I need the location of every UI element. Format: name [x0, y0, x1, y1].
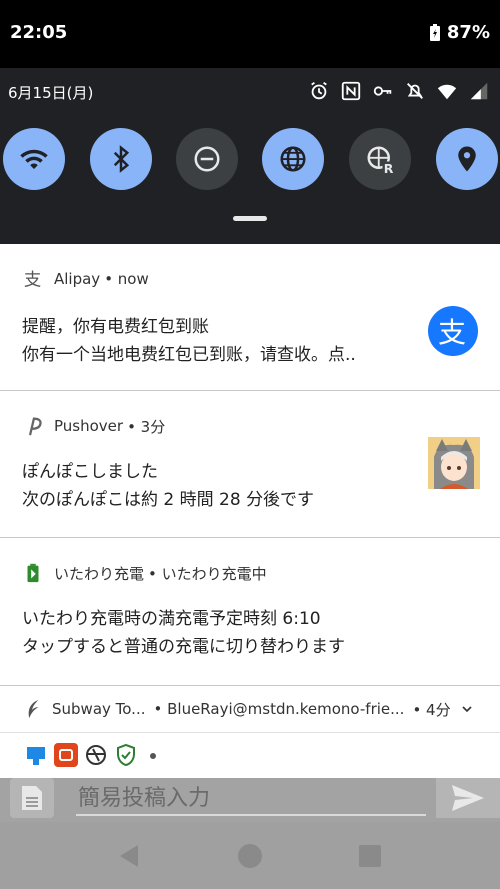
alipay-logo-icon: 支: [428, 306, 478, 356]
bluetooth-icon: [113, 145, 130, 173]
home-icon[interactable]: [236, 842, 264, 870]
water-app-icon: [24, 743, 48, 767]
svg-text:R: R: [384, 161, 394, 174]
quick-post-input[interactable]: 簡易投稿入力: [76, 780, 426, 816]
app-name: いたわり充電: [54, 564, 145, 583]
notification-title: いたわり充電時の満充電予定時刻 6:10: [22, 609, 321, 629]
back-icon[interactable]: [116, 842, 144, 870]
battery-icon: [429, 23, 440, 41]
battery-percent: 87%: [446, 22, 490, 43]
notification-subtext: • いたわり充電中: [148, 564, 267, 583]
shade-drag-handle[interactable]: [233, 216, 267, 221]
more-dot-icon: [150, 753, 156, 759]
avatar-image: [428, 437, 480, 489]
quick-settings-panel: 6月15日(月) R: [0, 68, 500, 244]
tile-vpn[interactable]: R: [349, 128, 411, 190]
location-icon: [458, 146, 476, 172]
notification-time: • 4分: [412, 700, 451, 719]
send-button[interactable]: [436, 778, 500, 818]
subway-tooter-icon: [28, 699, 39, 719]
notification-title: 提醒，你有电费红包到账: [22, 317, 209, 337]
notification-text: タップすると普通の充電に切り替わります: [22, 637, 345, 657]
battery-charging-icon: [27, 563, 39, 583]
tile-location[interactable]: [436, 128, 498, 190]
notification-header: Subway To... • BlueRayi@mstdn.kemono-fri…: [22, 698, 475, 720]
recents-icon[interactable]: [358, 844, 382, 868]
svg-text:支: 支: [24, 270, 41, 290]
alarm-icon: [311, 81, 327, 100]
document-icon[interactable]: [10, 778, 54, 818]
notification-header: Pushover • 3分: [22, 415, 165, 437]
system-icons: [308, 80, 490, 102]
nfc-icon: [341, 81, 361, 101]
helmet-app-icon: [84, 743, 108, 767]
notification-text: 你有一个当地电费红包已到账，请查收。点..: [22, 345, 356, 365]
red-app-icon: [54, 743, 78, 767]
wifi-icon: [20, 149, 48, 169]
svg-text:支: 支: [438, 316, 466, 348]
battery-indicator: 87%: [429, 22, 490, 43]
app-name: Subway To...: [52, 700, 146, 718]
chevron-down-icon[interactable]: [459, 701, 475, 717]
notification-charging[interactable]: いたわり充電 • いたわり充電中 いたわり充電時の満充電予定時刻 6:10 タッ…: [0, 538, 500, 686]
notification-subway-tooter[interactable]: Subway To... • BlueRayi@mstdn.kemono-fri…: [0, 686, 500, 732]
tile-bluetooth[interactable]: [90, 128, 152, 190]
key-icon: [373, 86, 392, 96]
do-not-disturb-icon: [194, 146, 220, 172]
notification-header: 支 Alipay • now: [22, 268, 149, 290]
notification-text: 次のぽんぽこは約 2 時間 28 分後です: [22, 490, 315, 510]
shield-check-icon: [114, 743, 138, 767]
wifi-status-icon: [437, 84, 457, 100]
notification-header: いたわり充電 • いたわり充電中: [22, 562, 267, 584]
notification-time: • now: [104, 270, 149, 288]
notification-alipay[interactable]: 支 Alipay • now 提醒，你有电费红包到账 你有一个当地电费红包已到账…: [0, 244, 500, 391]
tile-do-not-disturb[interactable]: [176, 128, 238, 190]
overflow-notification-icons[interactable]: [0, 732, 500, 778]
background-app: 簡易投稿入力: [0, 778, 500, 889]
pushover-icon: [29, 417, 42, 436]
shade-date: 6月15日(月): [8, 84, 94, 102]
globe-icon: [280, 146, 306, 172]
notification-time: • 3分: [127, 417, 166, 436]
alipay-small-icon: 支: [24, 270, 41, 290]
app-name: Alipay: [54, 270, 101, 288]
status-time: 22:05: [10, 22, 68, 43]
notification-pushover[interactable]: Pushover • 3分 ぽんぽこしました 次のぽんぽこは約 2 時間 28 …: [0, 391, 500, 538]
signal-icon: [470, 82, 488, 100]
tile-globe[interactable]: [262, 128, 324, 190]
status-bar: 22:05 87%: [0, 0, 500, 68]
send-icon: [452, 785, 484, 811]
compose-bar: 簡易投稿入力: [0, 778, 500, 822]
notification-account: • BlueRayi@mstdn.kemono-frie...: [153, 700, 405, 718]
tile-wifi[interactable]: [3, 128, 65, 190]
globe-r-icon: R: [367, 146, 395, 174]
notification-title: ぽんぽこしました: [22, 462, 158, 482]
app-name: Pushover: [54, 417, 124, 435]
navigation-bar: [0, 822, 500, 889]
bell-off-icon: [407, 83, 423, 99]
